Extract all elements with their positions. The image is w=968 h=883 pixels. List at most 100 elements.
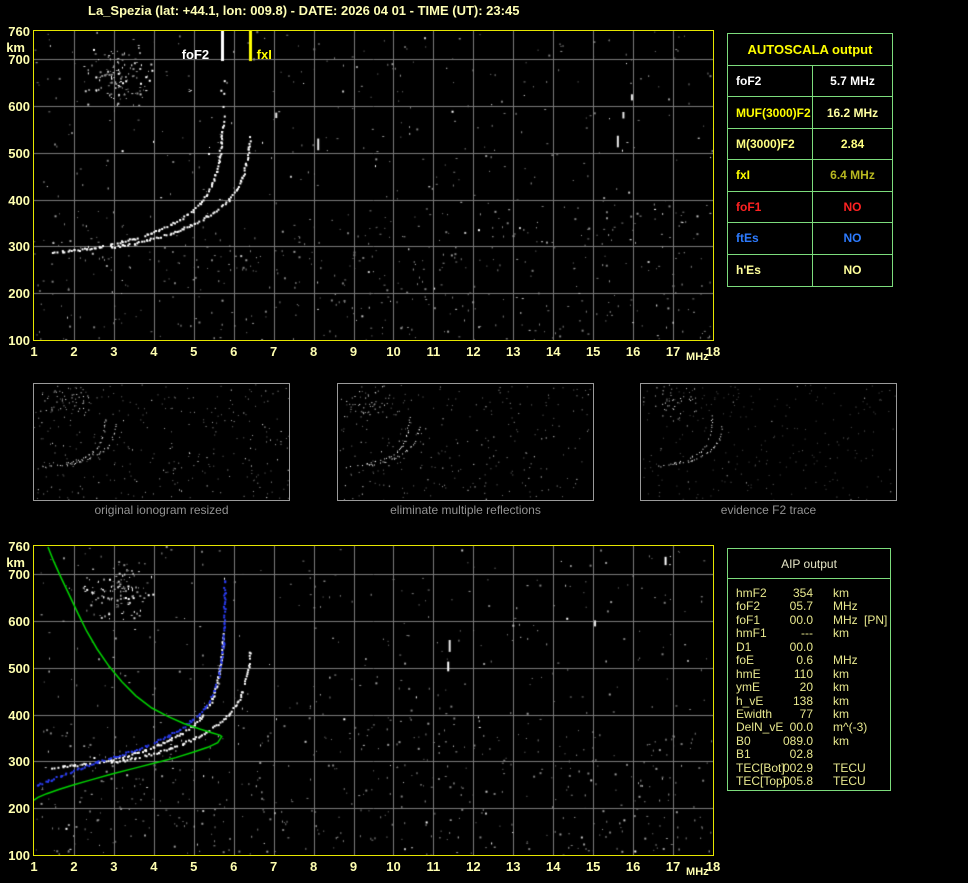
aip-name: h_vE bbox=[736, 693, 764, 708]
aip-value: 138 bbox=[792, 693, 813, 708]
x-axis-tick-label: 12 bbox=[466, 344, 481, 359]
autoscala-output-window: La_Spezia (lat: +44.1, lon: 009.8) - DAT… bbox=[0, 0, 968, 883]
aip-name: foF2 bbox=[736, 599, 761, 614]
x-axis-tick-label: 3 bbox=[110, 859, 118, 874]
x-axis-tick-label: 13 bbox=[506, 859, 521, 874]
autoscala-row-value: NO bbox=[813, 223, 892, 255]
thumbnail-canvas bbox=[641, 384, 896, 500]
aip-name: ymE bbox=[736, 680, 760, 695]
x-axis-tick-label: 14 bbox=[546, 344, 561, 359]
y-axis-tick-label: 500 bbox=[8, 660, 30, 676]
top-ionogram-canvas bbox=[34, 31, 713, 340]
x-axis-tick-label: 3 bbox=[110, 344, 118, 359]
aip-unit: MHz bbox=[833, 599, 858, 614]
autoscala-output-table: AUTOSCALA output foF2 5.7 MHz MUF(3000)F… bbox=[727, 33, 893, 287]
autoscala-row-label: MUF(3000)F2 bbox=[728, 97, 813, 129]
autoscala-row-label: ftEs bbox=[728, 223, 813, 255]
aip-row: TEC[Bot] 002.9 TECU bbox=[728, 761, 890, 775]
aip-unit: km bbox=[833, 586, 849, 600]
x-axis-tick-label: 15 bbox=[585, 344, 601, 359]
aip-unit: MHz bbox=[833, 612, 858, 627]
aip-value: 0.6 bbox=[796, 653, 813, 668]
aip-unit: km bbox=[833, 693, 849, 708]
y-axis-tick-label: 200 bbox=[8, 801, 30, 817]
aip-name: D1 bbox=[736, 639, 752, 654]
aip-value: 354 bbox=[792, 586, 813, 600]
aip-value: 005.8 bbox=[782, 774, 813, 789]
aip-unit: m^(-3) bbox=[833, 720, 868, 735]
x-axis-tick-label: 2 bbox=[70, 859, 78, 874]
thumbnail-canvas bbox=[34, 384, 289, 500]
x-axis-tick-label: 9 bbox=[349, 344, 358, 359]
y-axis-tick-label: 760 bbox=[8, 24, 30, 39]
aip-name: hmF2 bbox=[736, 586, 767, 600]
aip-row: B0 089.0 km bbox=[728, 733, 890, 748]
thumbnail-evidence-f2-trace bbox=[640, 383, 897, 501]
x-axis-tick-label: 12 bbox=[466, 859, 481, 874]
aip-value: 00.0 bbox=[789, 639, 813, 654]
aip-value: 00.0 bbox=[789, 720, 813, 735]
aip-row: Ewidth 77 km bbox=[728, 706, 890, 721]
x-axis-tick-label: 7 bbox=[270, 859, 278, 874]
aip-row: hmF1 --- km bbox=[728, 626, 890, 641]
y-axis-unit-label: km bbox=[6, 555, 25, 570]
autoscala-row-value: 6.4 MHz bbox=[813, 160, 892, 192]
autoscala-table-header: AUTOSCALA output bbox=[728, 34, 892, 66]
y-axis-unit-label: km bbox=[6, 40, 25, 55]
aip-value: 05.7 bbox=[789, 599, 813, 614]
aip-row: foF2 05.7 MHz bbox=[728, 599, 890, 614]
aip-row: B1 02.8 bbox=[728, 747, 890, 761]
aip-row: hmF2 354 km bbox=[728, 586, 890, 600]
x-axis-tick-label: 5 bbox=[190, 344, 198, 359]
x-axis-tick-label: 2 bbox=[70, 344, 78, 359]
autoscala-row-label: fxI bbox=[728, 160, 813, 192]
x-axis-tick-label: 14 bbox=[546, 859, 561, 874]
aip-row: foE 0.6 MHz bbox=[728, 653, 890, 668]
x-axis-tick-label: 7 bbox=[270, 344, 278, 359]
aip-name: foE bbox=[736, 653, 755, 668]
x-axis-tick-label: 11 bbox=[426, 859, 441, 874]
bottom-ionogram-canvas bbox=[34, 546, 713, 855]
x-axis-tick-label: 4 bbox=[150, 344, 158, 359]
autoscala-row-value: NO bbox=[843, 263, 862, 278]
aip-table-header: AIP output bbox=[728, 549, 890, 579]
fof2-marker-label: foF2 bbox=[181, 47, 210, 62]
aip-name: hmF1 bbox=[736, 626, 767, 641]
autoscala-row-label: M(3000)F2 bbox=[728, 128, 813, 161]
aip-row: DelN_vE 00.0 m^(-3) bbox=[728, 720, 890, 735]
x-axis-tick-label: 9 bbox=[349, 859, 358, 874]
aip-unit: km bbox=[833, 626, 849, 641]
autoscala-row-value: 2.84 bbox=[813, 129, 892, 161]
x-axis-tick-label: 10 bbox=[386, 344, 401, 359]
y-axis-tick-label: 600 bbox=[8, 613, 30, 629]
x-axis-tick-label: 5 bbox=[190, 859, 198, 874]
aip-value: --- bbox=[801, 626, 813, 641]
x-axis-tick-label: 16 bbox=[625, 859, 641, 874]
x-axis-tick-label: 17 bbox=[665, 344, 681, 359]
aip-extra: [PN] bbox=[864, 612, 888, 627]
aip-unit: km bbox=[833, 733, 849, 748]
x-axis-tick-label: 16 bbox=[625, 344, 641, 359]
y-axis-tick-label: 300 bbox=[8, 239, 30, 255]
aip-unit: MHz bbox=[833, 653, 858, 668]
x-axis-tick-label: 15 bbox=[585, 859, 601, 874]
aip-row: TEC[Top] 005.8 TECU bbox=[728, 774, 890, 789]
aip-unit: km bbox=[833, 706, 849, 721]
thumbnail-caption: evidence F2 trace bbox=[720, 503, 817, 517]
y-axis-tick-label: 400 bbox=[8, 192, 30, 208]
aip-name: B0 bbox=[736, 733, 751, 748]
autoscala-row-label: foF1 bbox=[728, 191, 813, 224]
x-axis-tick-label: 11 bbox=[426, 344, 441, 359]
aip-unit: TECU bbox=[833, 774, 866, 789]
autoscala-row-value: 16.2 MHz bbox=[813, 97, 892, 129]
thumbnail-original-ionogram bbox=[33, 383, 290, 501]
thumbnail-eliminate-reflections bbox=[337, 383, 594, 501]
aip-unit: km bbox=[833, 680, 849, 695]
thumbnail-caption: original ionogram resized bbox=[94, 503, 229, 517]
x-axis-tick-label: 4 bbox=[150, 859, 158, 874]
aip-value: 77 bbox=[799, 706, 813, 721]
x-axis-tick-label: 8 bbox=[309, 344, 318, 359]
x-axis-unit-label: MHz bbox=[686, 866, 709, 878]
x-axis-tick-label: 1 bbox=[30, 859, 38, 874]
bottom-ionogram-plot: 760 700 600 500 400 300 200 100 km 1 2 3 4 5 6 7 8 9 10 11 1… bbox=[6, 539, 720, 878]
